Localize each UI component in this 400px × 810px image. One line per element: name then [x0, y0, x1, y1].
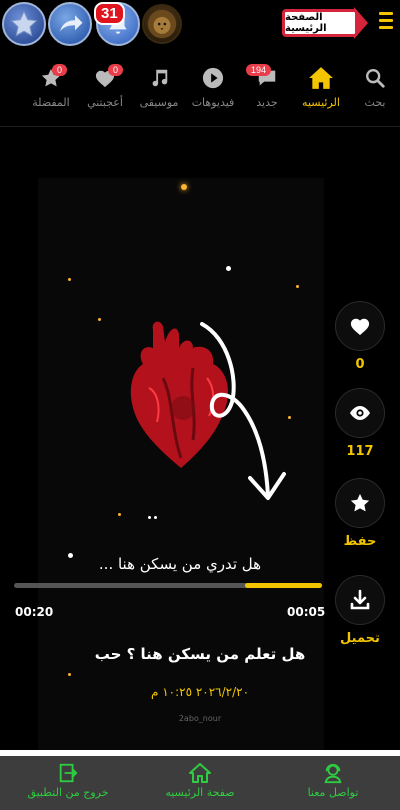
sparkle [296, 285, 299, 288]
video-player[interactable]: هل تدري من يسكن هنا ... [38, 178, 324, 750]
main-nav: بحث الرئيسيه 194 جديد فيديوهات موسيقى 0 … [0, 58, 400, 122]
like-button[interactable] [335, 301, 385, 351]
star-app-icon[interactable] [2, 2, 46, 46]
exit-app-button[interactable]: خروج من التطبيق [8, 762, 128, 799]
nav-label-music: موسيقى [139, 96, 179, 109]
video-caption: هل تدري من يسكن هنا ... [98, 555, 262, 573]
sparkle [68, 673, 71, 676]
favorites-count-badge: 0 [52, 64, 68, 76]
nav-label-search: بحث [364, 96, 386, 109]
home-page-button[interactable]: صفحة الرئيسيه [140, 762, 260, 799]
nav-item-liked[interactable]: 0 أعجبتني [80, 58, 130, 122]
nav-item-videos[interactable]: فيديوهات [188, 58, 238, 122]
star-icon [350, 493, 370, 512]
home-icon [296, 66, 346, 90]
sparkle [181, 184, 187, 190]
notification-count-badge: 31 [94, 2, 125, 25]
sparkle [98, 318, 101, 321]
save-label: حفظ [343, 534, 377, 549]
notifications-bell-icon[interactable]: 31 [94, 2, 140, 46]
download-button[interactable] [335, 575, 385, 625]
nav-label-videos: فيديوهات [191, 96, 235, 109]
sparkle [148, 516, 151, 519]
nav-item-music[interactable]: موسيقى [134, 58, 184, 122]
sparkle [118, 513, 121, 516]
video-progress-fill [245, 583, 322, 588]
liked-count-badge: 0 [108, 64, 124, 76]
bottom-bar: تواصل معنا صفحة الرئيسيه خروج من التطبيق [0, 756, 400, 810]
nav-label-favorites: المفضلة [32, 96, 70, 109]
menu-icon[interactable] [379, 12, 393, 32]
time-total: 00:20 [15, 605, 54, 619]
eye-icon [350, 406, 370, 420]
nav-item-favorites[interactable]: 0 المفضلة [26, 58, 76, 122]
video-watermark: 2abo_nour [178, 714, 222, 723]
exit-icon [8, 762, 128, 784]
support-agent-icon [273, 762, 393, 784]
star-icon [26, 66, 76, 90]
contact-us-label: تواصل معنا [307, 786, 359, 799]
likes-count: 0 [355, 357, 365, 372]
nav-item-search[interactable]: بحث [350, 58, 400, 122]
post-date: ٢٠٢٦/٢/٢٠ ١٠:٢٥ م [150, 685, 250, 699]
sparkle [226, 266, 231, 271]
contact-us-button[interactable]: تواصل معنا [273, 762, 393, 799]
heart-icon [350, 318, 370, 336]
save-action[interactable]: حفظ [335, 478, 385, 549]
nav-label-liked: أعجبتني [87, 96, 123, 109]
home-page-label: صفحة الرئيسيه [165, 786, 235, 799]
save-button[interactable] [335, 478, 385, 528]
search-icon [350, 66, 400, 90]
play-icon [188, 66, 238, 90]
post-title: هل تعلم من يسكن هنا ؟ حب [94, 645, 306, 663]
home-sign-button[interactable]: الصفحة الرئيسية [278, 4, 370, 42]
sparkle [68, 278, 71, 281]
views-indicator [335, 388, 385, 438]
download-icon [350, 589, 370, 610]
time-elapsed: 00:05 [287, 605, 326, 619]
download-action[interactable]: تحميل [335, 575, 385, 646]
sparkle [154, 516, 157, 519]
nav-divider [0, 126, 400, 127]
like-action[interactable]: 0 [335, 301, 385, 372]
nav-item-home[interactable]: الرئيسيه [296, 58, 346, 122]
views-count: 117 [346, 444, 374, 459]
exit-app-label: خروج من التطبيق [27, 786, 109, 799]
home-outline-icon [140, 762, 260, 784]
download-label: تحميل [340, 631, 380, 646]
lion-avatar-icon[interactable] [142, 4, 182, 44]
nav-label-new: جديد [256, 96, 278, 109]
share-app-icon[interactable] [48, 2, 92, 46]
drawn-arrow [200, 322, 286, 500]
video-progress-bar[interactable] [14, 583, 322, 588]
views-action: 117 [335, 388, 385, 459]
music-note-icon [134, 66, 184, 90]
home-sign-label: الصفحة الرئيسية [282, 9, 358, 37]
nav-item-new[interactable]: 194 جديد [242, 58, 292, 122]
top-bar: 31 الصفحة الرئيسية [0, 0, 400, 50]
new-count-badge: 194 [246, 64, 272, 76]
nav-label-home: الرئيسيه [302, 96, 340, 109]
